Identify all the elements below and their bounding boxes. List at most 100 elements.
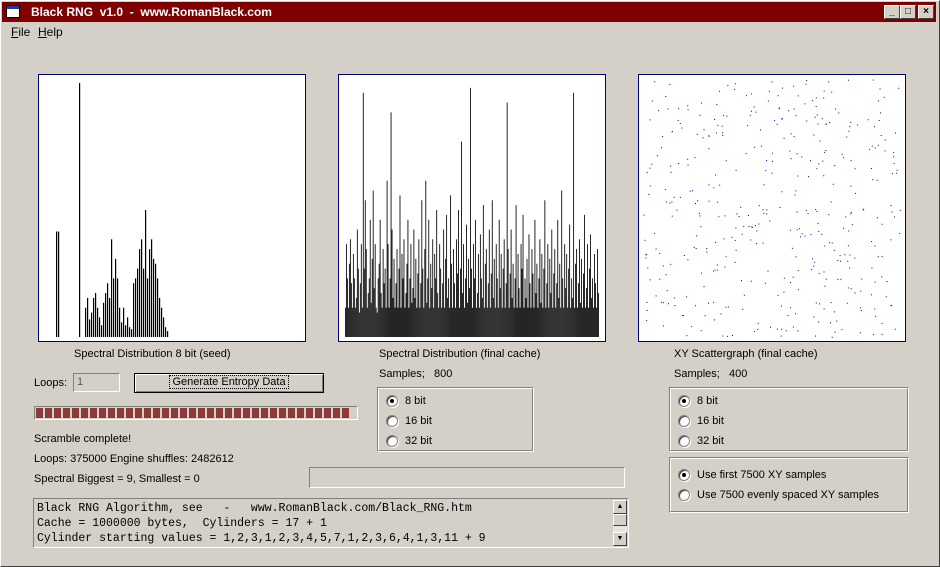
- scatter-point: [742, 308, 744, 310]
- scatter-point: [745, 95, 747, 97]
- scatter-point: [720, 313, 722, 315]
- menu-file[interactable]: File: [11, 25, 30, 39]
- scatter-point: [800, 236, 802, 238]
- maximize-button[interactable]: □: [900, 5, 916, 19]
- cache-spectrum-bar: [584, 214, 585, 337]
- cache-spectrum-bar: [509, 273, 511, 337]
- progress-segment: [99, 408, 106, 418]
- scatter-point: [665, 95, 667, 97]
- menu-help[interactable]: Help: [38, 25, 63, 39]
- xy-radio-32bit[interactable]: 32 bit: [678, 433, 724, 449]
- scatter-point: [713, 187, 715, 189]
- scatter-point: [792, 276, 794, 278]
- cache-spectrum-bar: [536, 263, 538, 337]
- scatter-point: [708, 148, 710, 150]
- scatter-point: [861, 278, 863, 280]
- app-icon[interactable]: [6, 5, 20, 18]
- scatter-point: [645, 253, 647, 255]
- scatter-point: [798, 228, 800, 230]
- cache-spectrum-bar: [438, 307, 440, 337]
- cache-spectrum-bar: [598, 293, 599, 337]
- minimize-button[interactable]: _: [884, 5, 900, 19]
- scroll-thumb[interactable]: [613, 514, 627, 526]
- scatter-point: [849, 126, 851, 128]
- cache-spectrum-bar: [573, 92, 575, 337]
- radio-button[interactable]: [678, 395, 690, 407]
- radio-button[interactable]: [678, 415, 690, 427]
- scatter-point: [779, 107, 781, 109]
- scatter-point: [715, 174, 717, 176]
- cache-spectrum-bar: [461, 141, 462, 337]
- scatter-point: [649, 185, 651, 187]
- xy-mode-first[interactable]: Use first 7500 XY samples: [678, 467, 826, 483]
- scatter-point: [805, 209, 807, 211]
- cache-spectrum-svg: [345, 87, 599, 338]
- xy-mode-spaced[interactable]: Use 7500 evenly spaced XY samples: [678, 487, 879, 503]
- scatter-point: [659, 252, 661, 254]
- cache-spectrum-bar: [460, 268, 461, 337]
- close-button[interactable]: ×: [918, 5, 934, 19]
- cache-spectrum-bar: [437, 293, 439, 337]
- scatter-point: [871, 267, 873, 269]
- radio-button[interactable]: [386, 415, 398, 427]
- progress-segment: [189, 408, 196, 418]
- cache-spectrum-bar: [409, 278, 411, 337]
- cache-spectrum-bar: [425, 180, 427, 337]
- scatter-point: [760, 145, 762, 147]
- scatter-point: [707, 302, 709, 304]
- scatter-point: [766, 160, 768, 162]
- scatter-point: [667, 108, 669, 110]
- scatter-point: [815, 209, 817, 211]
- scatter-point: [818, 230, 820, 232]
- xy-scatter-caption: XY Scattergraph (final cache): [674, 348, 818, 360]
- scatter-point: [731, 236, 733, 238]
- scatter-point: [884, 150, 886, 152]
- scatter-point: [699, 215, 701, 217]
- seed-spectrum-bar: [99, 317, 101, 337]
- seed-spectrum-bar: [111, 239, 113, 337]
- cache-spectrum-bar: [560, 307, 562, 337]
- cache-spectrum-bar: [364, 200, 366, 337]
- scatter-point: [821, 118, 823, 120]
- scroll-down-icon[interactable]: ▼: [613, 532, 627, 546]
- memo-scrollbar[interactable]: ▲ ▼: [613, 500, 627, 546]
- scatter-point: [851, 224, 853, 226]
- cache-spectrum-bar: [570, 307, 572, 337]
- cache-radio-8bit[interactable]: 8 bit: [386, 393, 426, 409]
- scatter-point: [836, 320, 838, 322]
- radio-button[interactable]: [386, 395, 398, 407]
- loops-input[interactable]: 1: [73, 373, 120, 392]
- scatter-point: [783, 277, 785, 279]
- scroll-up-icon[interactable]: ▲: [613, 500, 627, 514]
- scatter-point: [695, 247, 697, 249]
- radio-button[interactable]: [678, 469, 690, 481]
- scatter-point: [823, 90, 825, 92]
- radio-button[interactable]: [678, 489, 690, 501]
- cache-spectrum-bar: [444, 307, 446, 337]
- cache-spectrum-bar: [585, 307, 586, 337]
- cache-radio-32bit[interactable]: 32 bit: [386, 433, 432, 449]
- cache-radio-16bit[interactable]: 16 bit: [386, 413, 432, 429]
- cache-spectrum-bar: [567, 307, 569, 337]
- xy-radio-8bit[interactable]: 8 bit: [678, 393, 718, 409]
- info-memo[interactable]: Black RNG Algorithm, see - www.RomanBlac…: [33, 498, 629, 548]
- radio-button[interactable]: [678, 435, 690, 447]
- cache-spectrum-bar: [445, 258, 447, 337]
- cache-spectrum-bar: [556, 283, 558, 337]
- scatter-point: [664, 189, 666, 191]
- title-bar[interactable]: Black RNG v1.0 - www.RomanBlack.com _ □ …: [2, 2, 936, 22]
- radio-button[interactable]: [386, 435, 398, 447]
- scatter-point: [881, 276, 883, 278]
- scatter-point: [824, 245, 826, 247]
- cache-spectrum-bar: [566, 253, 568, 337]
- xy-radio-16bit[interactable]: 16 bit: [678, 413, 724, 429]
- xy-mode-first-label: Use first 7500 XY samples: [697, 469, 827, 481]
- scatter-point: [755, 111, 757, 113]
- scatter-point: [725, 160, 727, 162]
- scatter-point: [796, 229, 798, 231]
- cache-spectrum-bar: [564, 244, 566, 337]
- scatter-point: [662, 265, 664, 267]
- scatter-point: [881, 223, 883, 225]
- generate-entropy-button[interactable]: Generate Entropy Data: [134, 373, 324, 393]
- cache-spectrum-bar: [565, 288, 567, 337]
